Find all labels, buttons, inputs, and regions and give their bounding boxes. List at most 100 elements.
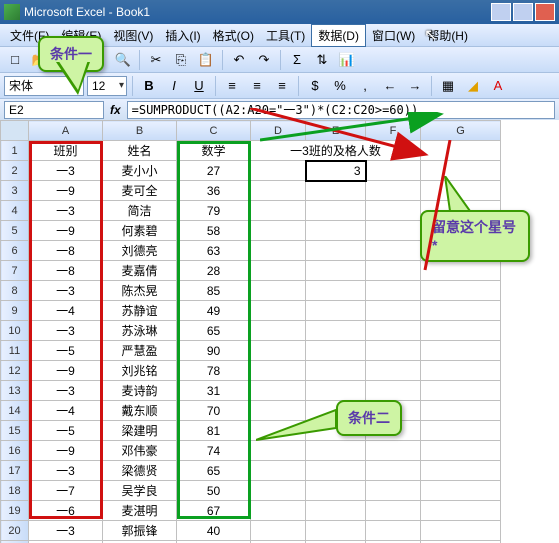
cell[interactable]: 49 <box>177 301 251 321</box>
cell[interactable]: 一3 <box>29 161 103 181</box>
cell[interactable]: 苏静谊 <box>103 301 177 321</box>
minimize-button[interactable] <box>491 3 511 21</box>
cell[interactable] <box>366 321 421 341</box>
col-header-D[interactable]: D <box>251 121 306 141</box>
menu-tools[interactable]: 工具(T) <box>260 25 311 46</box>
cell[interactable] <box>306 481 366 501</box>
cell[interactable] <box>251 241 306 261</box>
cell[interactable] <box>306 361 366 381</box>
cell[interactable] <box>366 501 421 521</box>
cell[interactable]: 梁德贤 <box>103 461 177 481</box>
cell[interactable] <box>306 501 366 521</box>
cell[interactable] <box>251 221 306 241</box>
cell[interactable] <box>421 421 501 441</box>
row-header[interactable]: 19 <box>1 501 29 521</box>
cell[interactable]: 何素碧 <box>103 221 177 241</box>
cell[interactable]: 姓名 <box>103 141 177 161</box>
row-header[interactable]: 3 <box>1 181 29 201</box>
col-header-G[interactable]: G <box>421 121 501 141</box>
menu-format[interactable]: 格式(O) <box>207 25 260 46</box>
cell[interactable]: 刘兆铭 <box>103 361 177 381</box>
cell[interactable]: 67 <box>177 501 251 521</box>
row-header[interactable]: 9 <box>1 301 29 321</box>
chart-icon[interactable]: 📊 <box>336 49 358 71</box>
cell[interactable] <box>366 161 421 181</box>
redo-icon[interactable]: ↷ <box>253 49 275 71</box>
cell[interactable] <box>251 461 306 481</box>
menu-view[interactable]: 视图(V) <box>107 25 159 46</box>
cell[interactable]: 50 <box>177 481 251 501</box>
menu-insert[interactable]: 插入(I) <box>159 25 206 46</box>
cell[interactable]: 一8 <box>29 241 103 261</box>
new-icon[interactable]: □ <box>4 49 26 71</box>
cell[interactable]: 一9 <box>29 441 103 461</box>
cell[interactable] <box>421 181 501 201</box>
cell[interactable] <box>421 521 501 541</box>
bold-icon[interactable]: B <box>138 75 160 97</box>
cell[interactable] <box>366 361 421 381</box>
cell[interactable] <box>306 441 366 461</box>
cell[interactable]: 麦小小 <box>103 161 177 181</box>
row-header[interactable]: 14 <box>1 401 29 421</box>
cell[interactable] <box>251 481 306 501</box>
cell[interactable]: 78 <box>177 361 251 381</box>
close-button[interactable] <box>535 3 555 21</box>
cell[interactable] <box>306 521 366 541</box>
cell[interactable]: 一9 <box>29 181 103 201</box>
cell[interactable]: 麦湛明 <box>103 501 177 521</box>
cell[interactable] <box>306 301 366 321</box>
cell[interactable]: 班别 <box>29 141 103 161</box>
cell[interactable]: 65 <box>177 461 251 481</box>
cell[interactable]: 麦可全 <box>103 181 177 201</box>
cell[interactable] <box>306 221 366 241</box>
cell[interactable] <box>306 181 366 201</box>
cell[interactable] <box>421 301 501 321</box>
cell[interactable] <box>421 501 501 521</box>
italic-icon[interactable]: I <box>163 75 185 97</box>
cell[interactable] <box>251 441 306 461</box>
fx-icon[interactable]: fx <box>110 103 121 117</box>
cell[interactable]: 74 <box>177 441 251 461</box>
cell[interactable] <box>366 301 421 321</box>
cell[interactable] <box>421 141 501 161</box>
cell[interactable] <box>421 401 501 421</box>
cell[interactable] <box>366 261 421 281</box>
col-header-E[interactable]: E <box>306 121 366 141</box>
cell[interactable] <box>251 321 306 341</box>
cell[interactable] <box>421 441 501 461</box>
cell[interactable]: 40 <box>177 521 251 541</box>
align-left-icon[interactable]: ≡ <box>221 75 243 97</box>
cell[interactable]: 70 <box>177 401 251 421</box>
preview-icon[interactable]: 🔍 <box>112 49 134 71</box>
cell[interactable] <box>421 321 501 341</box>
cell[interactable] <box>421 381 501 401</box>
cell[interactable]: 一3 <box>29 281 103 301</box>
fill-color-icon[interactable]: ◢ <box>462 75 484 97</box>
cell[interactable] <box>251 421 306 441</box>
row-header[interactable]: 20 <box>1 521 29 541</box>
border-icon[interactable]: ▦ <box>437 75 459 97</box>
font-color-icon[interactable]: A <box>487 75 509 97</box>
cell[interactable]: 36 <box>177 181 251 201</box>
cell[interactable] <box>366 241 421 261</box>
cell[interactable]: 邓伟豪 <box>103 441 177 461</box>
col-header-C[interactable]: C <box>177 121 251 141</box>
cell[interactable] <box>366 281 421 301</box>
row-header[interactable]: 17 <box>1 461 29 481</box>
cell[interactable]: 一4 <box>29 401 103 421</box>
cell[interactable] <box>251 401 306 421</box>
cell[interactable] <box>366 341 421 361</box>
cell[interactable] <box>366 461 421 481</box>
cell[interactable]: 一5 <box>29 421 103 441</box>
cell[interactable]: 严慧盈 <box>103 341 177 361</box>
cell[interactable] <box>421 161 501 181</box>
cell[interactable]: 吴学良 <box>103 481 177 501</box>
row-header[interactable]: 18 <box>1 481 29 501</box>
sum-icon[interactable]: Σ <box>286 49 308 71</box>
cell[interactable] <box>251 521 306 541</box>
cell[interactable] <box>251 261 306 281</box>
cell[interactable] <box>366 441 421 461</box>
paste-icon[interactable]: 📋 <box>195 49 217 71</box>
cell[interactable] <box>366 521 421 541</box>
cell[interactable]: 梁建明 <box>103 421 177 441</box>
